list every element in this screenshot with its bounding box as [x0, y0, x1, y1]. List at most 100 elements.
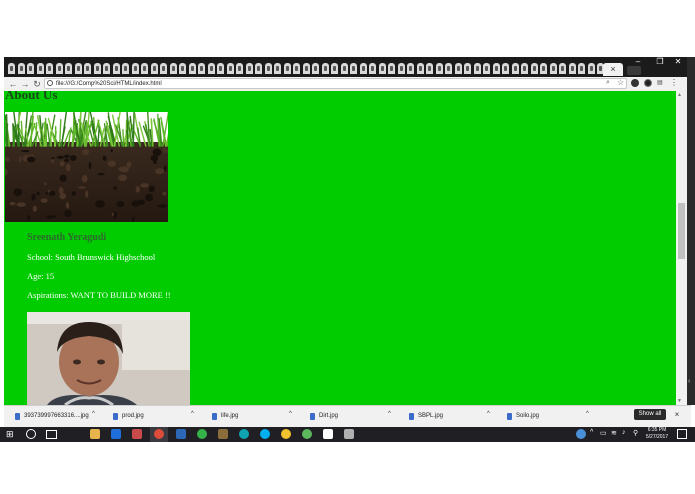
- browser-tab[interactable]: [502, 63, 509, 74]
- browser-tab[interactable]: [521, 63, 528, 74]
- app-icon[interactable]: [281, 429, 291, 439]
- download-item[interactable]: SBPL.jpg: [409, 410, 443, 422]
- close-downloads-icon[interactable]: ×: [672, 409, 682, 420]
- browser-tab[interactable]: [245, 63, 253, 74]
- active-tab[interactable]: ×: [603, 63, 623, 76]
- browser-tab[interactable]: [283, 63, 291, 74]
- browser-tab[interactable]: [397, 63, 405, 74]
- browser-tab[interactable]: [255, 63, 262, 74]
- download-item[interactable]: Dirt.jpg: [310, 410, 338, 422]
- close-tab-icon[interactable]: ×: [610, 64, 615, 74]
- browser-tab[interactable]: [84, 63, 91, 74]
- browser-tab[interactable]: [331, 63, 338, 74]
- reload-icon[interactable]: ↻: [32, 78, 42, 90]
- scrollbar-thumb[interactable]: [678, 203, 685, 259]
- browser-tab[interactable]: [540, 63, 547, 74]
- browser-tab[interactable]: [549, 63, 557, 74]
- browser-tab[interactable]: [8, 63, 15, 74]
- battery-icon[interactable]: ▭: [600, 429, 607, 437]
- show-all-button[interactable]: Show all: [634, 409, 666, 420]
- download-item[interactable]: Soilo.jpg: [507, 410, 539, 422]
- browser-tab[interactable]: [388, 63, 395, 74]
- menu-icon[interactable]: ⋮: [670, 78, 678, 87]
- notification-icon[interactable]: [677, 429, 687, 439]
- app-icon[interactable]: [197, 429, 207, 439]
- download-item[interactable]: prod.jpg: [113, 410, 144, 422]
- app-icon[interactable]: [302, 429, 312, 439]
- new-tab-button[interactable]: [627, 66, 641, 75]
- browser-tab[interactable]: [321, 63, 329, 74]
- windows-start-icon[interactable]: ⊞: [6, 429, 14, 440]
- browser-tab[interactable]: [302, 63, 310, 74]
- chevron-up-icon[interactable]: ^: [92, 411, 95, 417]
- browser-tab[interactable]: [445, 63, 452, 74]
- minimize-button[interactable]: –: [632, 57, 644, 67]
- chevron-up-icon[interactable]: ^: [487, 411, 490, 417]
- browser-tab[interactable]: [188, 63, 196, 74]
- browser-tab[interactable]: [150, 63, 158, 74]
- search-icon[interactable]: [26, 429, 36, 439]
- browser-tab[interactable]: [141, 63, 148, 74]
- chevron-up-icon[interactable]: ^: [388, 411, 391, 417]
- browser-tab[interactable]: [359, 63, 367, 74]
- browser-tab[interactable]: [207, 63, 215, 74]
- browser-tab[interactable]: [530, 63, 538, 74]
- browser-tab[interactable]: [236, 63, 243, 74]
- chevron-up-icon[interactable]: ^: [586, 411, 589, 417]
- browser-tab[interactable]: [17, 63, 25, 74]
- address-bar[interactable]: file:///G:/Comp%20Sci/HTML/index.html: [44, 78, 627, 89]
- browser-tab[interactable]: [464, 63, 471, 74]
- browser-tab[interactable]: [274, 63, 281, 74]
- browser-tab[interactable]: [36, 63, 44, 74]
- browser-tab[interactable]: [369, 63, 376, 74]
- browser-tab[interactable]: [559, 63, 566, 74]
- browser-tab[interactable]: [131, 63, 139, 74]
- volume-icon[interactable]: ♪: [622, 429, 626, 436]
- browser-tab[interactable]: [103, 63, 110, 74]
- browser-tab[interactable]: [340, 63, 348, 74]
- chevron-up-icon[interactable]: ^: [289, 411, 292, 417]
- browser-tab[interactable]: [160, 63, 167, 74]
- scroll-down-icon[interactable]: ▼: [677, 398, 682, 404]
- star-icon[interactable]: ☆: [617, 78, 624, 87]
- browser-tab[interactable]: [378, 63, 386, 74]
- browser-tab[interactable]: [416, 63, 424, 74]
- browser-tab[interactable]: [435, 63, 443, 74]
- app-icon[interactable]: [132, 429, 142, 439]
- browser-tab[interactable]: [169, 63, 177, 74]
- browser-tab[interactable]: [27, 63, 34, 74]
- browser-tab[interactable]: [473, 63, 481, 74]
- browser-tab[interactable]: [93, 63, 101, 74]
- browser-tab[interactable]: [293, 63, 300, 74]
- browser-tab[interactable]: [122, 63, 129, 74]
- browser-tab[interactable]: [511, 63, 519, 74]
- browser-tab[interactable]: [217, 63, 224, 74]
- browser-tab[interactable]: [454, 63, 462, 74]
- forward-button[interactable]: →: [20, 78, 30, 90]
- browser-tab[interactable]: [568, 63, 576, 74]
- network-icon[interactable]: ⚲: [633, 429, 638, 437]
- app-icon[interactable]: [176, 429, 186, 439]
- chevron-up-icon[interactable]: ^: [191, 411, 194, 417]
- app-icon[interactable]: [344, 429, 354, 439]
- browser-tab[interactable]: [226, 63, 234, 74]
- file-explorer-icon[interactable]: [90, 429, 100, 439]
- task-view-icon[interactable]: [46, 430, 57, 439]
- chevron-left-icon[interactable]: ‹: [688, 378, 690, 385]
- browser-tab[interactable]: [426, 63, 433, 74]
- app-icon[interactable]: [239, 429, 249, 439]
- scroll-up-icon[interactable]: ▲: [677, 92, 682, 98]
- browser-tab[interactable]: [55, 63, 63, 74]
- restore-button[interactable]: ❐: [654, 57, 666, 67]
- chrome-icon[interactable]: [154, 429, 164, 439]
- skype-icon[interactable]: [260, 429, 270, 439]
- browser-tab[interactable]: [483, 63, 490, 74]
- chevron-up-icon[interactable]: ^: [590, 429, 593, 436]
- tray-icon[interactable]: [576, 429, 586, 439]
- download-item[interactable]: 393739997663316....jpg: [15, 410, 89, 422]
- browser-tab[interactable]: [407, 63, 414, 74]
- browser-tab[interactable]: [65, 63, 72, 74]
- taskbar-clock[interactable]: 6:35 PM 5/27/2017: [644, 427, 670, 442]
- browser-tab[interactable]: [264, 63, 272, 74]
- browser-tab[interactable]: [198, 63, 205, 74]
